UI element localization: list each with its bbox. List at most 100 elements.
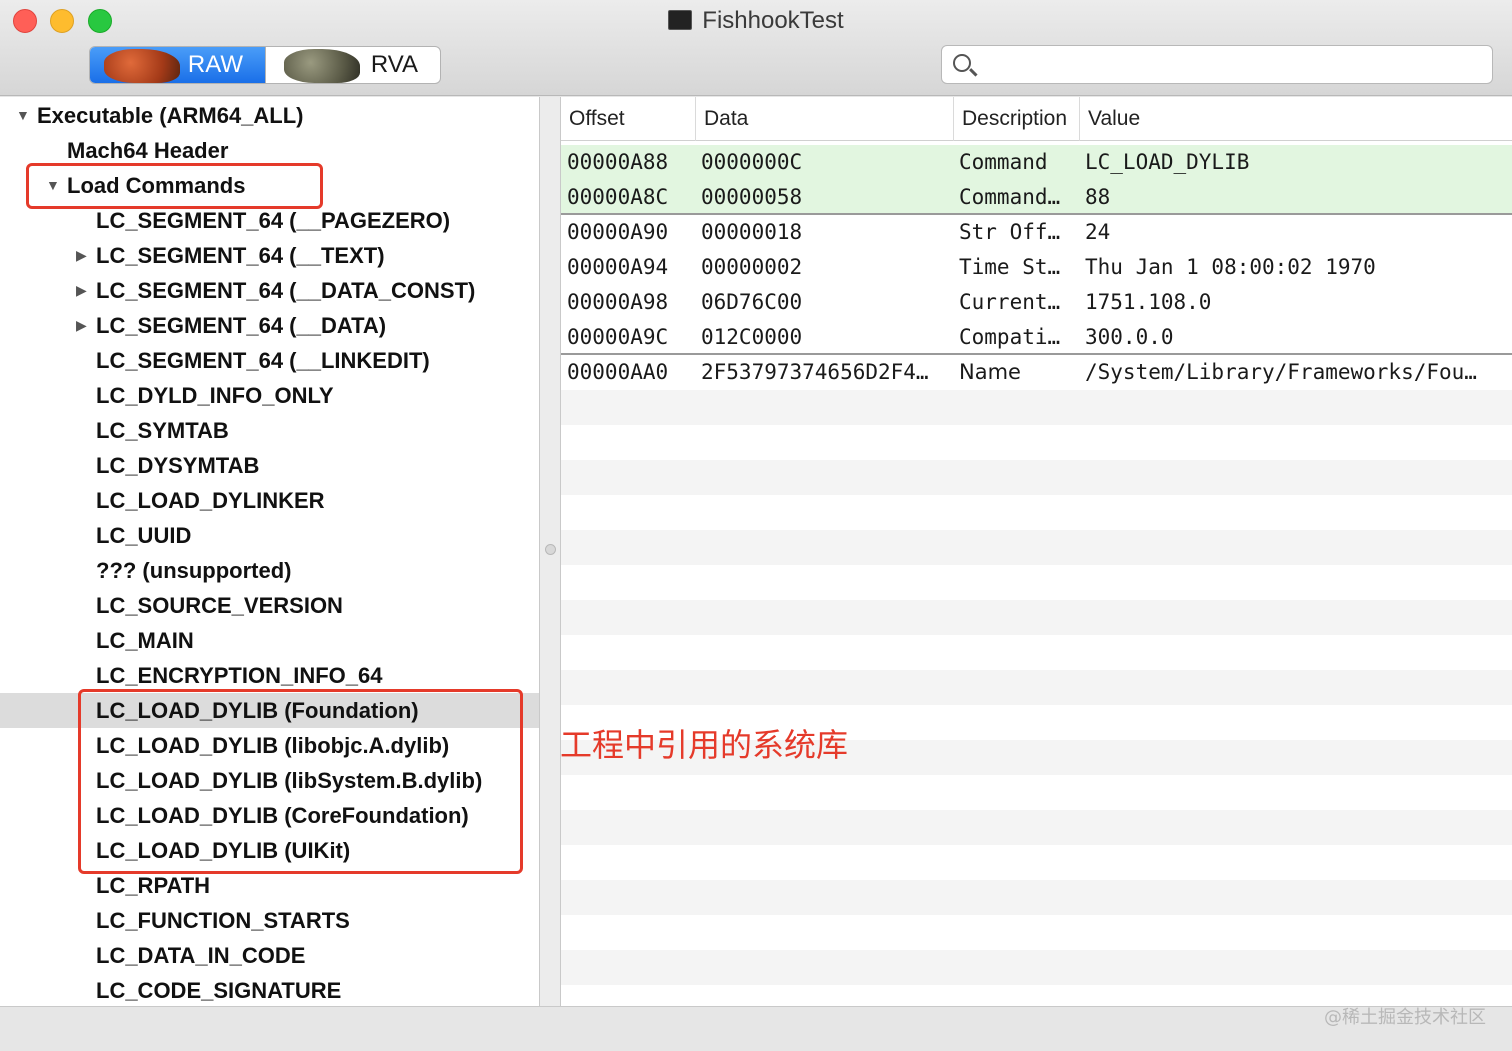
- tree-item-label: LC_LOAD_DYLINKER: [96, 488, 325, 513]
- raw-mode-icon: [104, 49, 180, 83]
- rva-mode-icon: [284, 49, 360, 83]
- disclosure-closed-icon[interactable]: ▶: [76, 308, 87, 343]
- cell-value: 88: [1085, 185, 1111, 209]
- tree-item[interactable]: LC_DYLD_INFO_ONLY: [0, 378, 539, 413]
- window-title: FishhookTest: [0, 7, 1512, 35]
- annotation-box-load-commands: [26, 163, 323, 209]
- column-value-header[interactable]: Value: [1079, 97, 1512, 141]
- empty-row-stripe: [561, 950, 1512, 985]
- column-offset-header[interactable]: Offset: [561, 97, 695, 141]
- cell-data: 00000018: [701, 220, 803, 244]
- tree-item-label: LC_CODE_SIGNATURE: [96, 978, 342, 1003]
- cell-offset: 00000A94: [567, 255, 669, 279]
- cell-offset: 00000A88: [567, 150, 669, 174]
- cell-offset: 00000A90: [567, 220, 669, 244]
- table-row[interactable]: 00000A8C 00000058 Command… 88: [561, 180, 1512, 215]
- empty-row-stripe: [561, 600, 1512, 635]
- cell-offset: 00000A8C: [567, 185, 669, 209]
- watermark: @稀土掘金技术社区: [1324, 1007, 1486, 1028]
- annotation-box-system-libraries: [78, 689, 523, 874]
- tree-item-label: LC_SYMTAB: [96, 418, 229, 443]
- cell-value: LC_LOAD_DYLIB: [1085, 150, 1250, 174]
- tree-item-label: LC_SEGMENT_64 (__LINKEDIT): [96, 348, 430, 373]
- cell-data: 2F53797374656D2F4…: [701, 360, 929, 384]
- tree-item[interactable]: LC_SEGMENT_64 (__LINKEDIT): [0, 343, 539, 378]
- disclosure-closed-icon[interactable]: ▶: [76, 238, 87, 273]
- cell-description: Current…: [959, 290, 1061, 314]
- cell-data: 0000000C: [701, 150, 803, 174]
- annotation-label: 工程中引用的系统库: [560, 726, 849, 764]
- window-title-text: FishhookTest: [702, 7, 844, 34]
- tree-item[interactable]: LC_DYSYMTAB: [0, 448, 539, 483]
- cell-value: /System/Library/Frameworks/Fou…: [1085, 360, 1477, 384]
- tree-item-label: LC_FUNCTION_STARTS: [96, 908, 350, 933]
- tree-item[interactable]: LC_ENCRYPTION_INFO_64: [0, 658, 539, 693]
- divider-handle-icon[interactable]: [545, 544, 556, 555]
- search-icon: [953, 54, 971, 72]
- column-data-header[interactable]: Data: [695, 97, 953, 141]
- cell-description: Str Off…: [959, 220, 1061, 244]
- tree-item-label: LC_DYSYMTAB: [96, 453, 260, 478]
- cell-value: 300.0.0: [1085, 325, 1174, 349]
- cell-data: 06D76C00: [701, 290, 803, 314]
- tree-item[interactable]: ▶ LC_SEGMENT_64 (__DATA): [0, 308, 539, 343]
- cell-description: Name: [959, 360, 1021, 384]
- tree-item-label: LC_MAIN: [96, 628, 194, 653]
- cell-offset: 00000A9C: [567, 325, 669, 349]
- tree-item[interactable]: ▶ LC_SEGMENT_64 (__TEXT): [0, 238, 539, 273]
- tree-item-label: LC_SOURCE_VERSION: [96, 593, 343, 618]
- tree-item[interactable]: ▶ LC_SEGMENT_64 (__DATA_CONST): [0, 273, 539, 308]
- tree-item[interactable]: ▼ Executable (ARM64_ALL): [0, 98, 539, 133]
- segment-rva[interactable]: RVA: [265, 47, 440, 83]
- tree-item-label: LC_DATA_IN_CODE: [96, 943, 306, 968]
- tree-item[interactable]: LC_CODE_SIGNATURE: [0, 973, 539, 1006]
- cell-description: Command…: [959, 185, 1061, 209]
- window-titlebar: FishhookTest RAW RVA: [0, 0, 1512, 96]
- segment-raw-label: RAW: [187, 51, 243, 78]
- empty-row-stripe: [561, 810, 1512, 845]
- split-view-divider[interactable]: [540, 97, 561, 1006]
- cell-offset: 00000AA0: [567, 360, 669, 384]
- cell-value: Thu Jan 1 08:00:02 1970: [1085, 255, 1376, 279]
- disclosure-closed-icon[interactable]: ▶: [76, 273, 87, 308]
- tree-item[interactable]: LC_UUID: [0, 518, 539, 553]
- segment-rva-label: RVA: [370, 51, 418, 78]
- tree-item[interactable]: LC_DATA_IN_CODE: [0, 938, 539, 973]
- tree-item-label: ??? (unsupported): [96, 558, 292, 583]
- tree-item[interactable]: LC_SYMTAB: [0, 413, 539, 448]
- cell-value: 1751.108.0: [1085, 290, 1212, 314]
- empty-row-stripe: [561, 460, 1512, 495]
- table-row[interactable]: 00000AA0 2F53797374656D2F4… Name/System/Li…: [561, 355, 1512, 390]
- segment-raw[interactable]: RAW: [90, 47, 265, 83]
- tree-item[interactable]: LC_FUNCTION_STARTS: [0, 903, 539, 938]
- cell-description: Command: [959, 150, 1048, 174]
- table-row[interactable]: 00000A94 00000002 Time St… Thu Jan 1 08:00:…: [561, 250, 1512, 285]
- detail-table[interactable]: Offset Data Description Value 00000A88 00000…: [561, 97, 1512, 1006]
- cell-offset: 00000A98: [567, 290, 669, 314]
- tree-item-label: LC_SEGMENT_64 (__DATA_CONST): [96, 278, 476, 303]
- cell-description: Time St…: [959, 255, 1061, 279]
- tree-item-label: LC_DYLD_INFO_ONLY: [96, 383, 334, 408]
- cell-description: Compati…: [959, 325, 1061, 349]
- raw-rva-segmented-control: RAW RVA: [89, 46, 441, 84]
- tree-item[interactable]: LC_LOAD_DYLINKER: [0, 483, 539, 518]
- tree-item-label: LC_SEGMENT_64 (__DATA): [96, 313, 387, 338]
- cell-data: 00000002: [701, 255, 803, 279]
- table-row[interactable]: 00000A9C 012C0000 Compati… 300.0.0: [561, 320, 1512, 355]
- disclosure-open-icon[interactable]: ▼: [16, 98, 30, 133]
- tree-item[interactable]: LC_MAIN: [0, 623, 539, 658]
- empty-row-stripe: [561, 670, 1512, 705]
- column-description-header[interactable]: Description: [953, 97, 1079, 141]
- tree-item[interactable]: ??? (unsupported): [0, 553, 539, 588]
- table-row[interactable]: 00000A90 00000018 Str Off… 24: [561, 215, 1512, 250]
- tree-item[interactable]: LC_SOURCE_VERSION: [0, 588, 539, 623]
- terminal-document-icon: [668, 10, 693, 30]
- cell-data: 012C0000: [701, 325, 803, 349]
- table-row[interactable]: 00000A88 0000000C Command LC_LOAD_DYLIB: [561, 145, 1512, 180]
- search-field[interactable]: [941, 45, 1493, 84]
- table-row[interactable]: 00000A98 06D76C00 Current… 1751.108.0: [561, 285, 1512, 320]
- tree-item-label: LC_UUID: [96, 523, 192, 548]
- table-header: Offset Data Description Value: [561, 97, 1512, 141]
- empty-row-stripe: [561, 390, 1512, 425]
- tree-item-label: LC_SEGMENT_64 (__TEXT): [96, 243, 385, 268]
